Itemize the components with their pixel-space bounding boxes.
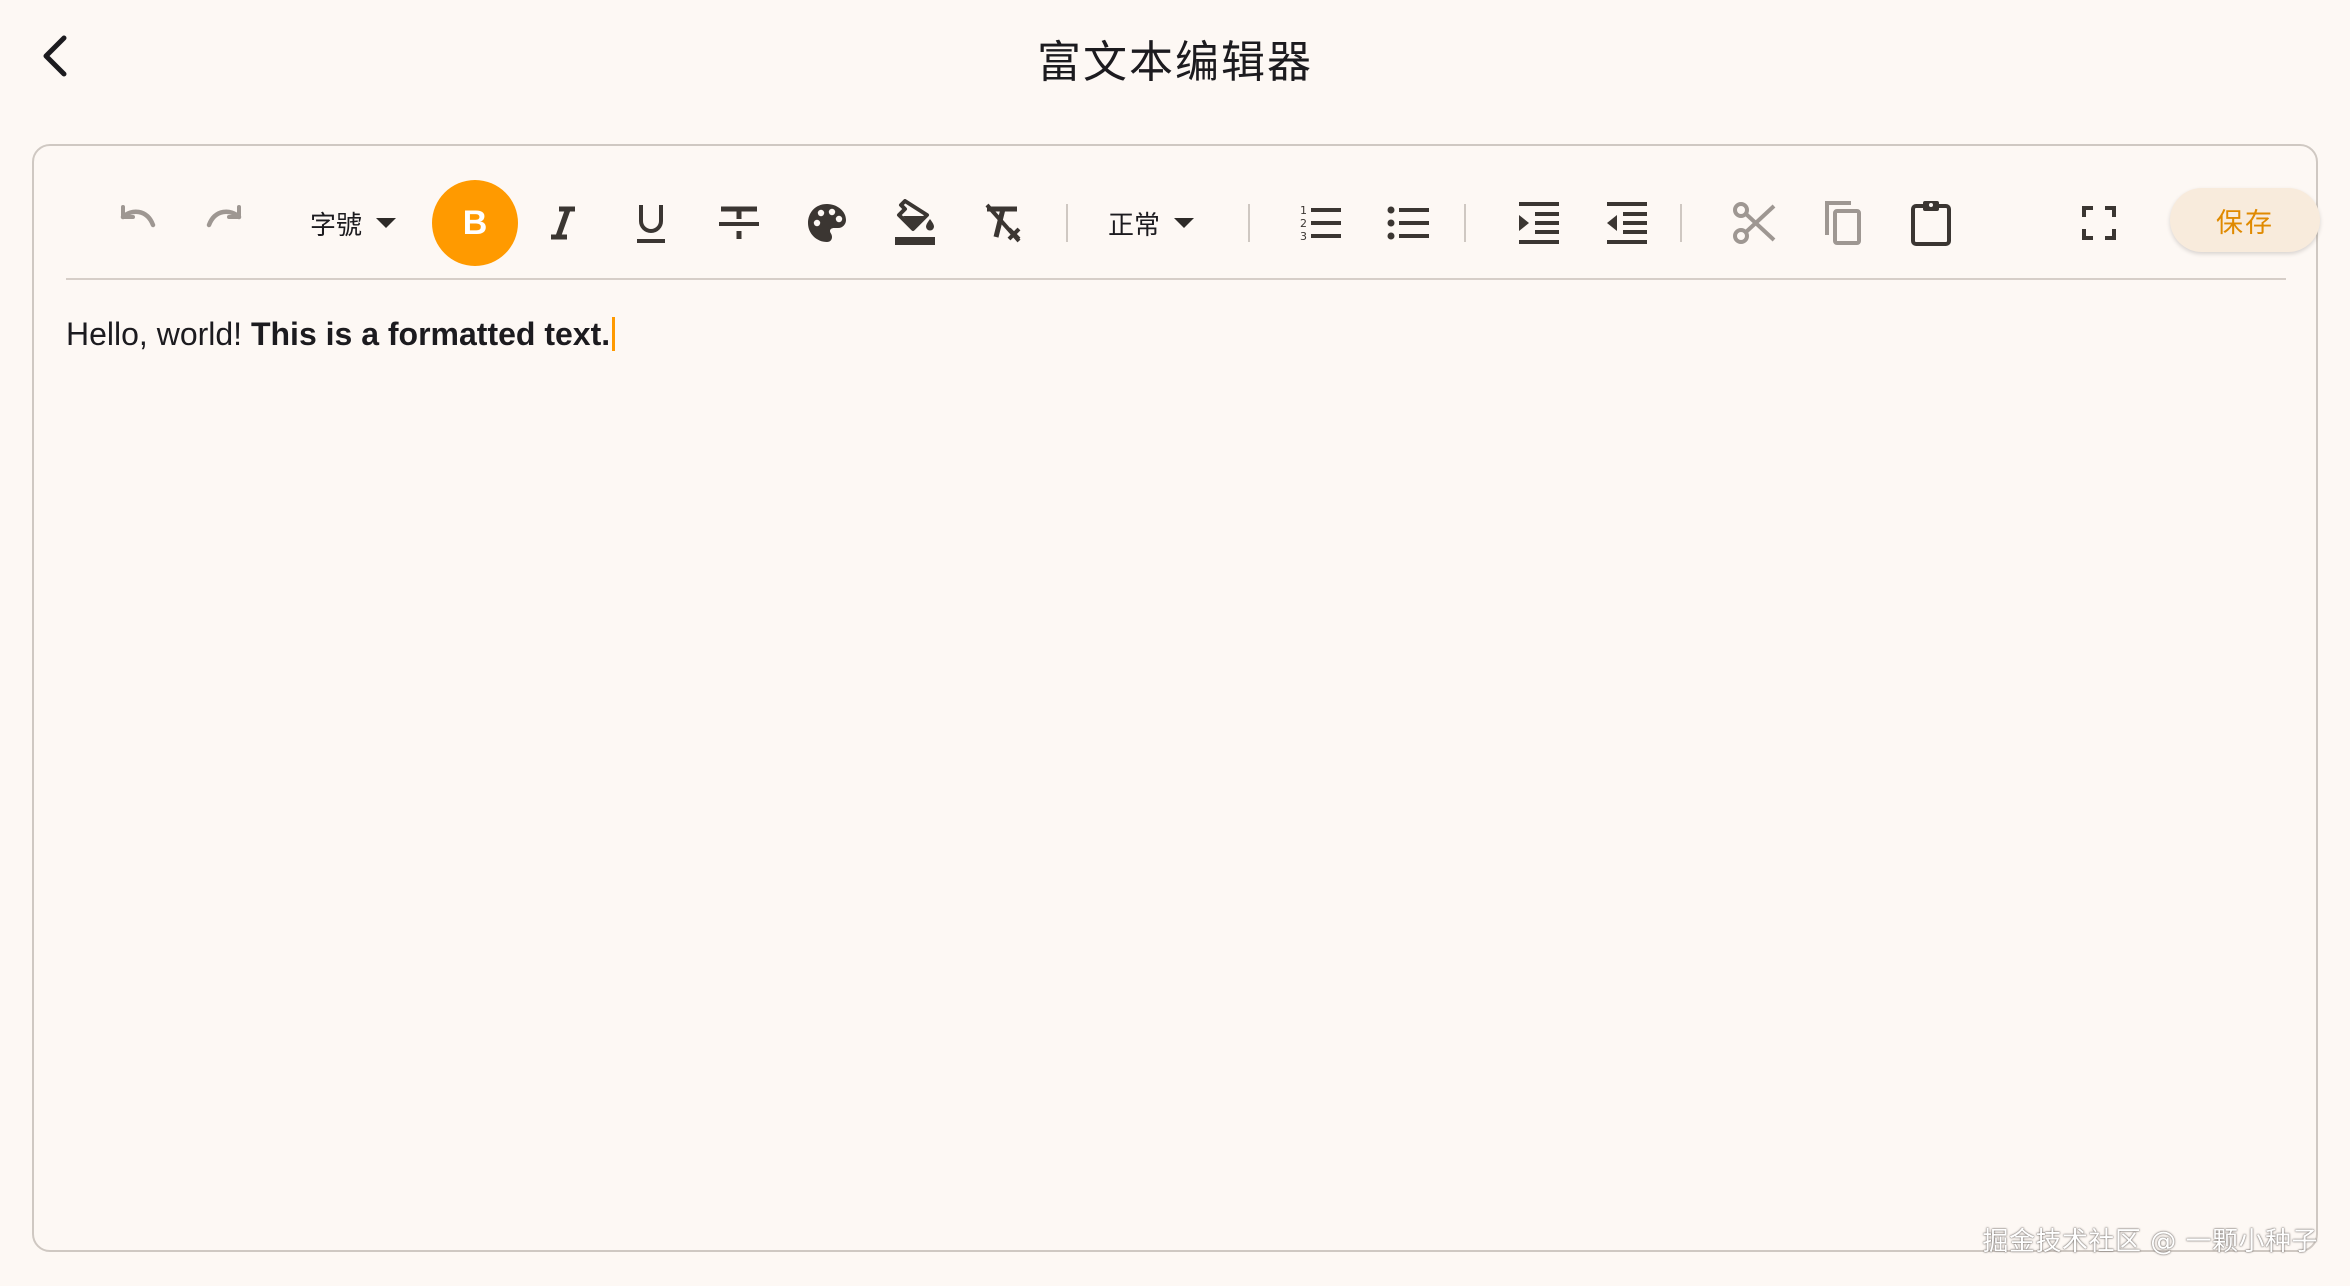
heading-style-label: 正常 — [1108, 210, 1161, 241]
toolbar-bottom-divider — [66, 278, 2286, 280]
italic-icon — [551, 206, 575, 240]
bold-text-run: This is a formatted text. — [250, 316, 611, 352]
svg-text:1: 1 — [1300, 204, 1307, 217]
redo-icon — [206, 205, 242, 228]
caret-down-icon — [376, 218, 397, 228]
app-screen: 富文本编辑器 字號 B 正常 1 2 3 保存 Hello, world! Th… — [0, 0, 2350, 1286]
strikethrough-icon — [719, 206, 759, 239]
underline-icon — [637, 205, 665, 243]
toolbar-divider — [1680, 204, 1682, 242]
editor-toolbar: 字號 B 正常 1 2 3 保存 — [66, 180, 2320, 282]
palette-icon — [808, 204, 846, 242]
indent-decrease-icon — [1607, 202, 1647, 244]
svg-text:2: 2 — [1300, 217, 1307, 230]
copy-icon — [1825, 201, 1861, 245]
fullscreen-button[interactable] — [2056, 180, 2142, 266]
heading-style-dropdown[interactable]: 正常 — [1108, 180, 1195, 266]
svg-text:3: 3 — [1300, 230, 1307, 243]
unordered-list-button[interactable] — [1366, 180, 1452, 266]
toolbar-divider — [1464, 204, 1466, 242]
underline-button[interactable] — [608, 180, 694, 266]
paste-button[interactable] — [1888, 180, 1974, 266]
editor-card: 字號 B 正常 1 2 3 保存 Hello, world! This is a… — [32, 144, 2320, 1252]
undo-button[interactable] — [94, 180, 180, 266]
font-size-label: 字號 — [310, 210, 363, 241]
indent-increase-button[interactable] — [1496, 180, 1582, 266]
clipboard-icon — [1911, 201, 1951, 246]
caret-down-icon — [1174, 218, 1195, 228]
ordered-list-button[interactable]: 1 2 3 — [1278, 180, 1364, 266]
clear-format-icon — [985, 203, 1021, 243]
undo-icon — [120, 205, 156, 228]
cut-button[interactable] — [1712, 180, 1798, 266]
italic-button[interactable] — [520, 180, 606, 266]
editor-content[interactable]: Hello, world! This is a formatted text. — [66, 310, 2286, 1210]
toolbar-divider — [1248, 204, 1250, 242]
indent-decrease-button[interactable] — [1584, 180, 1670, 266]
app-bar: 富文本编辑器 — [0, 0, 2350, 112]
font-size-dropdown[interactable]: 字號 — [310, 180, 397, 266]
background-color-button[interactable] — [872, 180, 958, 266]
bold-button[interactable]: B — [432, 180, 518, 266]
indent-increase-icon — [1519, 202, 1559, 244]
save-button[interactable]: 保存 — [2170, 188, 2320, 252]
clear-format-button[interactable] — [960, 180, 1046, 266]
toolbar-divider — [1066, 204, 1068, 242]
plain-text-run: Hello, world! — [66, 316, 251, 352]
text-cursor — [612, 317, 616, 351]
page-title: 富文本编辑器 — [1037, 37, 1313, 88]
fullscreen-icon — [2082, 206, 2116, 240]
bold-icon: B — [462, 203, 488, 242]
text-color-button[interactable] — [784, 180, 870, 266]
strikethrough-button[interactable] — [696, 180, 782, 266]
copy-button[interactable] — [1800, 180, 1886, 266]
scissors-icon — [1733, 202, 1776, 244]
fill-bucket-icon — [895, 199, 935, 245]
redo-button[interactable] — [182, 180, 268, 266]
ordered-list-icon: 1 2 3 — [1300, 204, 1341, 243]
unordered-list-icon — [1387, 206, 1429, 240]
watermark: 掘金技术社区 @ 一颗小种子 — [1982, 1227, 2318, 1257]
